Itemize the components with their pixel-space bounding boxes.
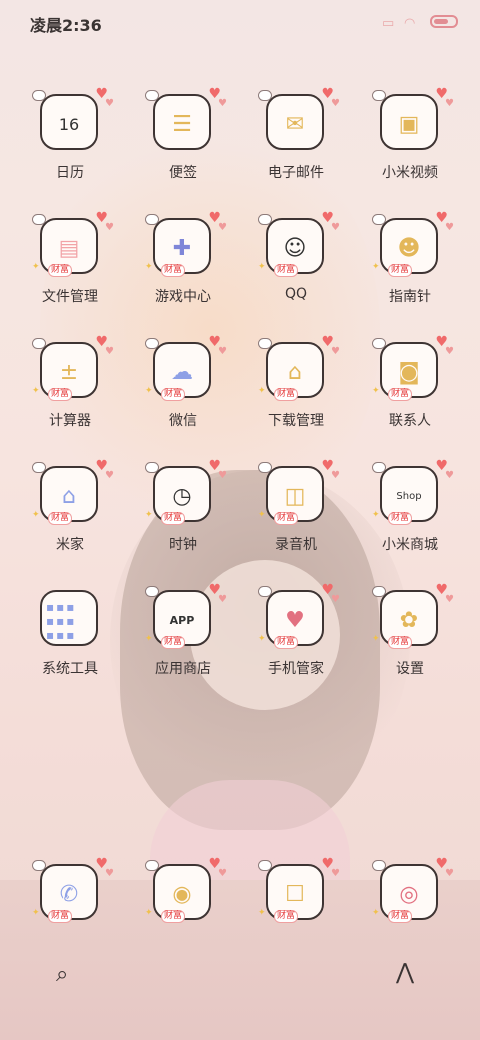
fortune-badge: 财富 xyxy=(161,636,186,649)
browser-icon: ♥ ♥ ◉ 财富 ✦ xyxy=(145,856,227,923)
fortune-badge: 财富 xyxy=(274,388,299,401)
dock-bar: ⌕ ⋀ xyxy=(18,960,462,1000)
status-time: 凌晨2:36 xyxy=(30,16,102,35)
app-qq[interactable]: ♥ ♥ ☺ 财富 ✦ QQ xyxy=(240,210,352,322)
app-contacts[interactable]: ♥ ♥ ◙ 财富 ✦ 联系人 xyxy=(354,334,466,446)
fortune-badge: 财富 xyxy=(161,264,186,277)
app-label: 录音机 xyxy=(275,537,317,553)
status-bar: 凌晨2:36 ▭ ◠ xyxy=(0,0,480,44)
app-store-text: APP xyxy=(169,613,195,627)
app-label: 游戏中心 xyxy=(155,289,211,305)
phone-icon: ♥ ♥ ✆ 财富 ✦ xyxy=(32,856,114,923)
app-label: QQ xyxy=(284,286,308,302)
fortune-badge: 财富 xyxy=(388,910,413,923)
camera-icon: ♥ ♥ ◎ 财富 ✦ xyxy=(372,856,454,923)
app-label: 微信 xyxy=(169,413,197,429)
video-icon: ♥ ♥ ▣ xyxy=(372,86,454,152)
dock-app-camera[interactable]: ♥ ♥ ◎ 财富 ✦ xyxy=(354,856,466,928)
app-calculator[interactable]: ♥ ♥ ± 财富 ✦ 计算器 xyxy=(14,334,126,446)
messages-icon: ♥ ♥ ☐ 财富 ✦ xyxy=(258,856,340,923)
app-game-center[interactable]: ♥ ♥ ✚ 财富 ✦ 游戏中心 xyxy=(127,210,239,322)
tools-folder-icon: ▪▪▪ ▪▪▪ ▪▪▪ xyxy=(38,584,102,648)
wifi-icon: ◠ xyxy=(404,16,416,31)
recorder-icon: ♥ ♥ ◫ 财富 ✦ xyxy=(258,458,340,525)
fortune-badge: 财富 xyxy=(388,636,413,649)
fortune-badge: 财富 xyxy=(274,512,299,525)
download-icon: ♥ ♥ ⌂ 财富 ✦ xyxy=(258,334,340,401)
contacts-icon: ♥ ♥ ◙ 财富 ✦ xyxy=(372,334,454,401)
app-label: 手机管家 xyxy=(268,661,324,677)
app-app-store[interactable]: ♥ ♥ APP 财富 ✦ 应用商店 xyxy=(127,582,239,694)
app-label: 时钟 xyxy=(169,537,197,553)
compass-icon: ♥ ♥ ☻ 财富 ✦ xyxy=(372,210,454,277)
clock-icon: ♥ ♥ ◷ 财富 ✦ xyxy=(145,458,227,525)
app-clock[interactable]: ♥ ♥ ◷ 财富 ✦ 时钟 xyxy=(127,458,239,570)
wechat-icon: ♥ ♥ ☁ 财富 ✦ xyxy=(145,334,227,401)
app-label: 便签 xyxy=(169,165,197,181)
fortune-badge: 财富 xyxy=(161,910,186,923)
app-label: 设置 xyxy=(396,661,424,677)
assistant-icon[interactable]: ⋀ xyxy=(396,960,414,985)
notes-icon: ♥ ♥ ☰ xyxy=(145,86,227,152)
search-icon[interactable]: ⌕ xyxy=(56,962,68,987)
app-label: 文件管理 xyxy=(42,289,98,305)
game-icon: ♥ ♥ ✚ 财富 ✦ xyxy=(145,210,227,277)
fortune-badge: 财富 xyxy=(274,264,299,277)
security-icon: ♥ ♥ ♥ 财富 ✦ xyxy=(258,582,340,649)
folder-system-tools[interactable]: ▪▪▪ ▪▪▪ ▪▪▪ 系统工具 xyxy=(14,584,126,694)
app-label: 指南针 xyxy=(389,289,431,305)
fortune-badge: 财富 xyxy=(161,388,186,401)
app-label: 小米商城 xyxy=(382,537,438,553)
folder-icon: ♥ ♥ ▤ 财富 ✦ xyxy=(32,210,114,277)
app-notes[interactable]: ♥ ♥ ☰ 便签 xyxy=(127,86,239,198)
fortune-badge: 财富 xyxy=(48,388,73,401)
calendar-day: 16 xyxy=(58,114,80,134)
dock-app-browser[interactable]: ♥ ♥ ◉ 财富 ✦ xyxy=(127,856,239,928)
fortune-badge: 财富 xyxy=(274,636,299,649)
shop-text: Shop xyxy=(396,490,422,502)
app-label: 应用商店 xyxy=(155,661,211,677)
dock-app-messages[interactable]: ♥ ♥ ☐ 财富 ✦ xyxy=(240,856,352,928)
signal-icon: ▭ xyxy=(382,16,395,31)
dock-app-phone[interactable]: ♥ ♥ ✆ 财富 ✦ xyxy=(14,856,126,928)
app-video[interactable]: ♥ ♥ ▣ 小米视频 xyxy=(354,86,466,198)
app-files[interactable]: ♥ ♥ ▤ 财富 ✦ 文件管理 xyxy=(14,210,126,322)
calendar-icon: ♥ ♥ 16 xyxy=(32,86,114,152)
qq-icon: ♥ ♥ ☺ 财富 ✦ xyxy=(258,210,340,277)
app-compass[interactable]: ♥ ♥ ☻ 财富 ✦ 指南针 xyxy=(354,210,466,322)
fortune-badge: 财富 xyxy=(48,264,73,277)
fortune-badge: 财富 xyxy=(48,910,73,923)
app-label: 系统工具 xyxy=(42,661,98,677)
app-wechat[interactable]: ♥ ♥ ☁ 财富 ✦ 微信 xyxy=(127,334,239,446)
app-calendar[interactable]: ♥ ♥ 16 日历 xyxy=(14,86,126,198)
settings-icon: ♥ ♥ ✿ 财富 ✦ xyxy=(372,582,454,649)
app-label: 米家 xyxy=(56,537,84,553)
app-settings[interactable]: ♥ ♥ ✿ 财富 ✦ 设置 xyxy=(354,582,466,694)
app-label: 联系人 xyxy=(389,413,431,429)
calculator-icon: ♥ ♥ ± 财富 ✦ xyxy=(32,334,114,401)
fortune-badge: 财富 xyxy=(48,512,73,525)
app-security[interactable]: ♥ ♥ ♥ 财富 ✦ 手机管家 xyxy=(240,582,352,694)
app-label: 日历 xyxy=(56,165,84,181)
home-icon: ♥ ♥ ⌂ 财富 ✦ xyxy=(32,458,114,525)
app-label: 计算器 xyxy=(49,413,91,429)
fortune-badge: 财富 xyxy=(161,512,186,525)
app-recorder[interactable]: ♥ ♥ ◫ 财富 ✦ 录音机 xyxy=(240,458,352,570)
app-store-icon: ♥ ♥ APP 财富 ✦ xyxy=(145,582,227,649)
fortune-badge: 财富 xyxy=(388,264,413,277)
app-label: 电子邮件 xyxy=(268,165,324,181)
shop-icon: ♥ ♥ Shop 财富 ✦ xyxy=(372,458,454,525)
battery-icon xyxy=(430,15,458,28)
fortune-badge: 财富 xyxy=(274,910,299,923)
app-label: 下载管理 xyxy=(268,413,324,429)
app-label: 小米视频 xyxy=(382,165,438,181)
app-downloads[interactable]: ♥ ♥ ⌂ 财富 ✦ 下载管理 xyxy=(240,334,352,446)
fortune-badge: 财富 xyxy=(388,512,413,525)
app-mijia[interactable]: ♥ ♥ ⌂ 财富 ✦ 米家 xyxy=(14,458,126,570)
mail-icon: ♥ ♥ ✉ xyxy=(258,86,340,152)
app-mail[interactable]: ♥ ♥ ✉ 电子邮件 xyxy=(240,86,352,198)
app-mi-store[interactable]: ♥ ♥ Shop 财富 ✦ 小米商城 xyxy=(354,458,466,570)
fortune-badge: 财富 xyxy=(388,388,413,401)
